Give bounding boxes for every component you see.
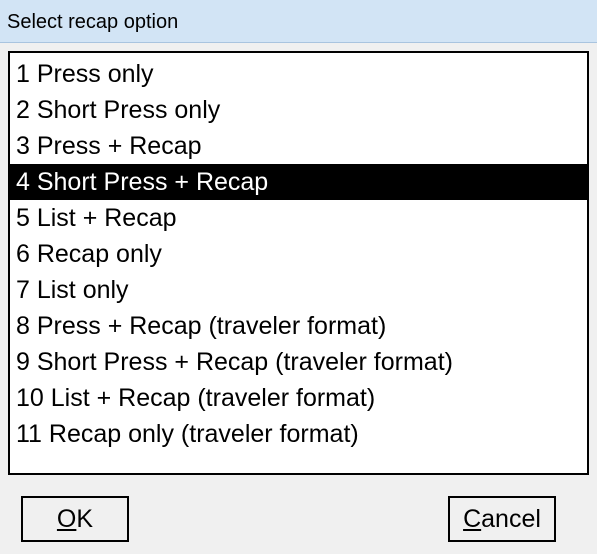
list-item-press-only[interactable]: 1 Press only [10,56,587,92]
list-item-list-recap[interactable]: 5 List + Recap [10,200,587,236]
ok-label-rest: K [76,505,94,533]
cancel-label-rest: ancel [481,505,541,533]
list-item-recap-only[interactable]: 6 Recap only [10,236,587,272]
list-item-list-recap-traveler[interactable]: 10 List + Recap (traveler format) [10,380,587,416]
dialog-title: Select recap option [7,11,179,33]
list-item-short-press-recap[interactable]: 4 Short Press + Recap [10,164,587,200]
cancel-button[interactable]: Cancel [448,496,556,542]
cancel-mnemonic: C [463,505,482,533]
list-item-short-press-recap-traveler[interactable]: 9 Short Press + Recap (traveler format) [10,344,587,380]
list-item-list-only[interactable]: 7 List only [10,272,587,308]
recap-options-list[interactable]: 1 Press only 2 Short Press only 3 Press … [8,51,589,475]
title-bar: Select recap option [0,0,597,43]
list-item-press-recap[interactable]: 3 Press + Recap [10,128,587,164]
list-item-recap-only-traveler[interactable]: 11 Recap only (traveler format) [10,416,587,452]
ok-button[interactable]: OK [21,496,129,542]
list-item-press-recap-traveler[interactable]: 8 Press + Recap (traveler format) [10,308,587,344]
recap-option-dialog: Select recap option 1 Press only 2 Short… [0,0,597,554]
ok-mnemonic: O [56,505,77,533]
list-item-short-press-only[interactable]: 2 Short Press only [10,92,587,128]
